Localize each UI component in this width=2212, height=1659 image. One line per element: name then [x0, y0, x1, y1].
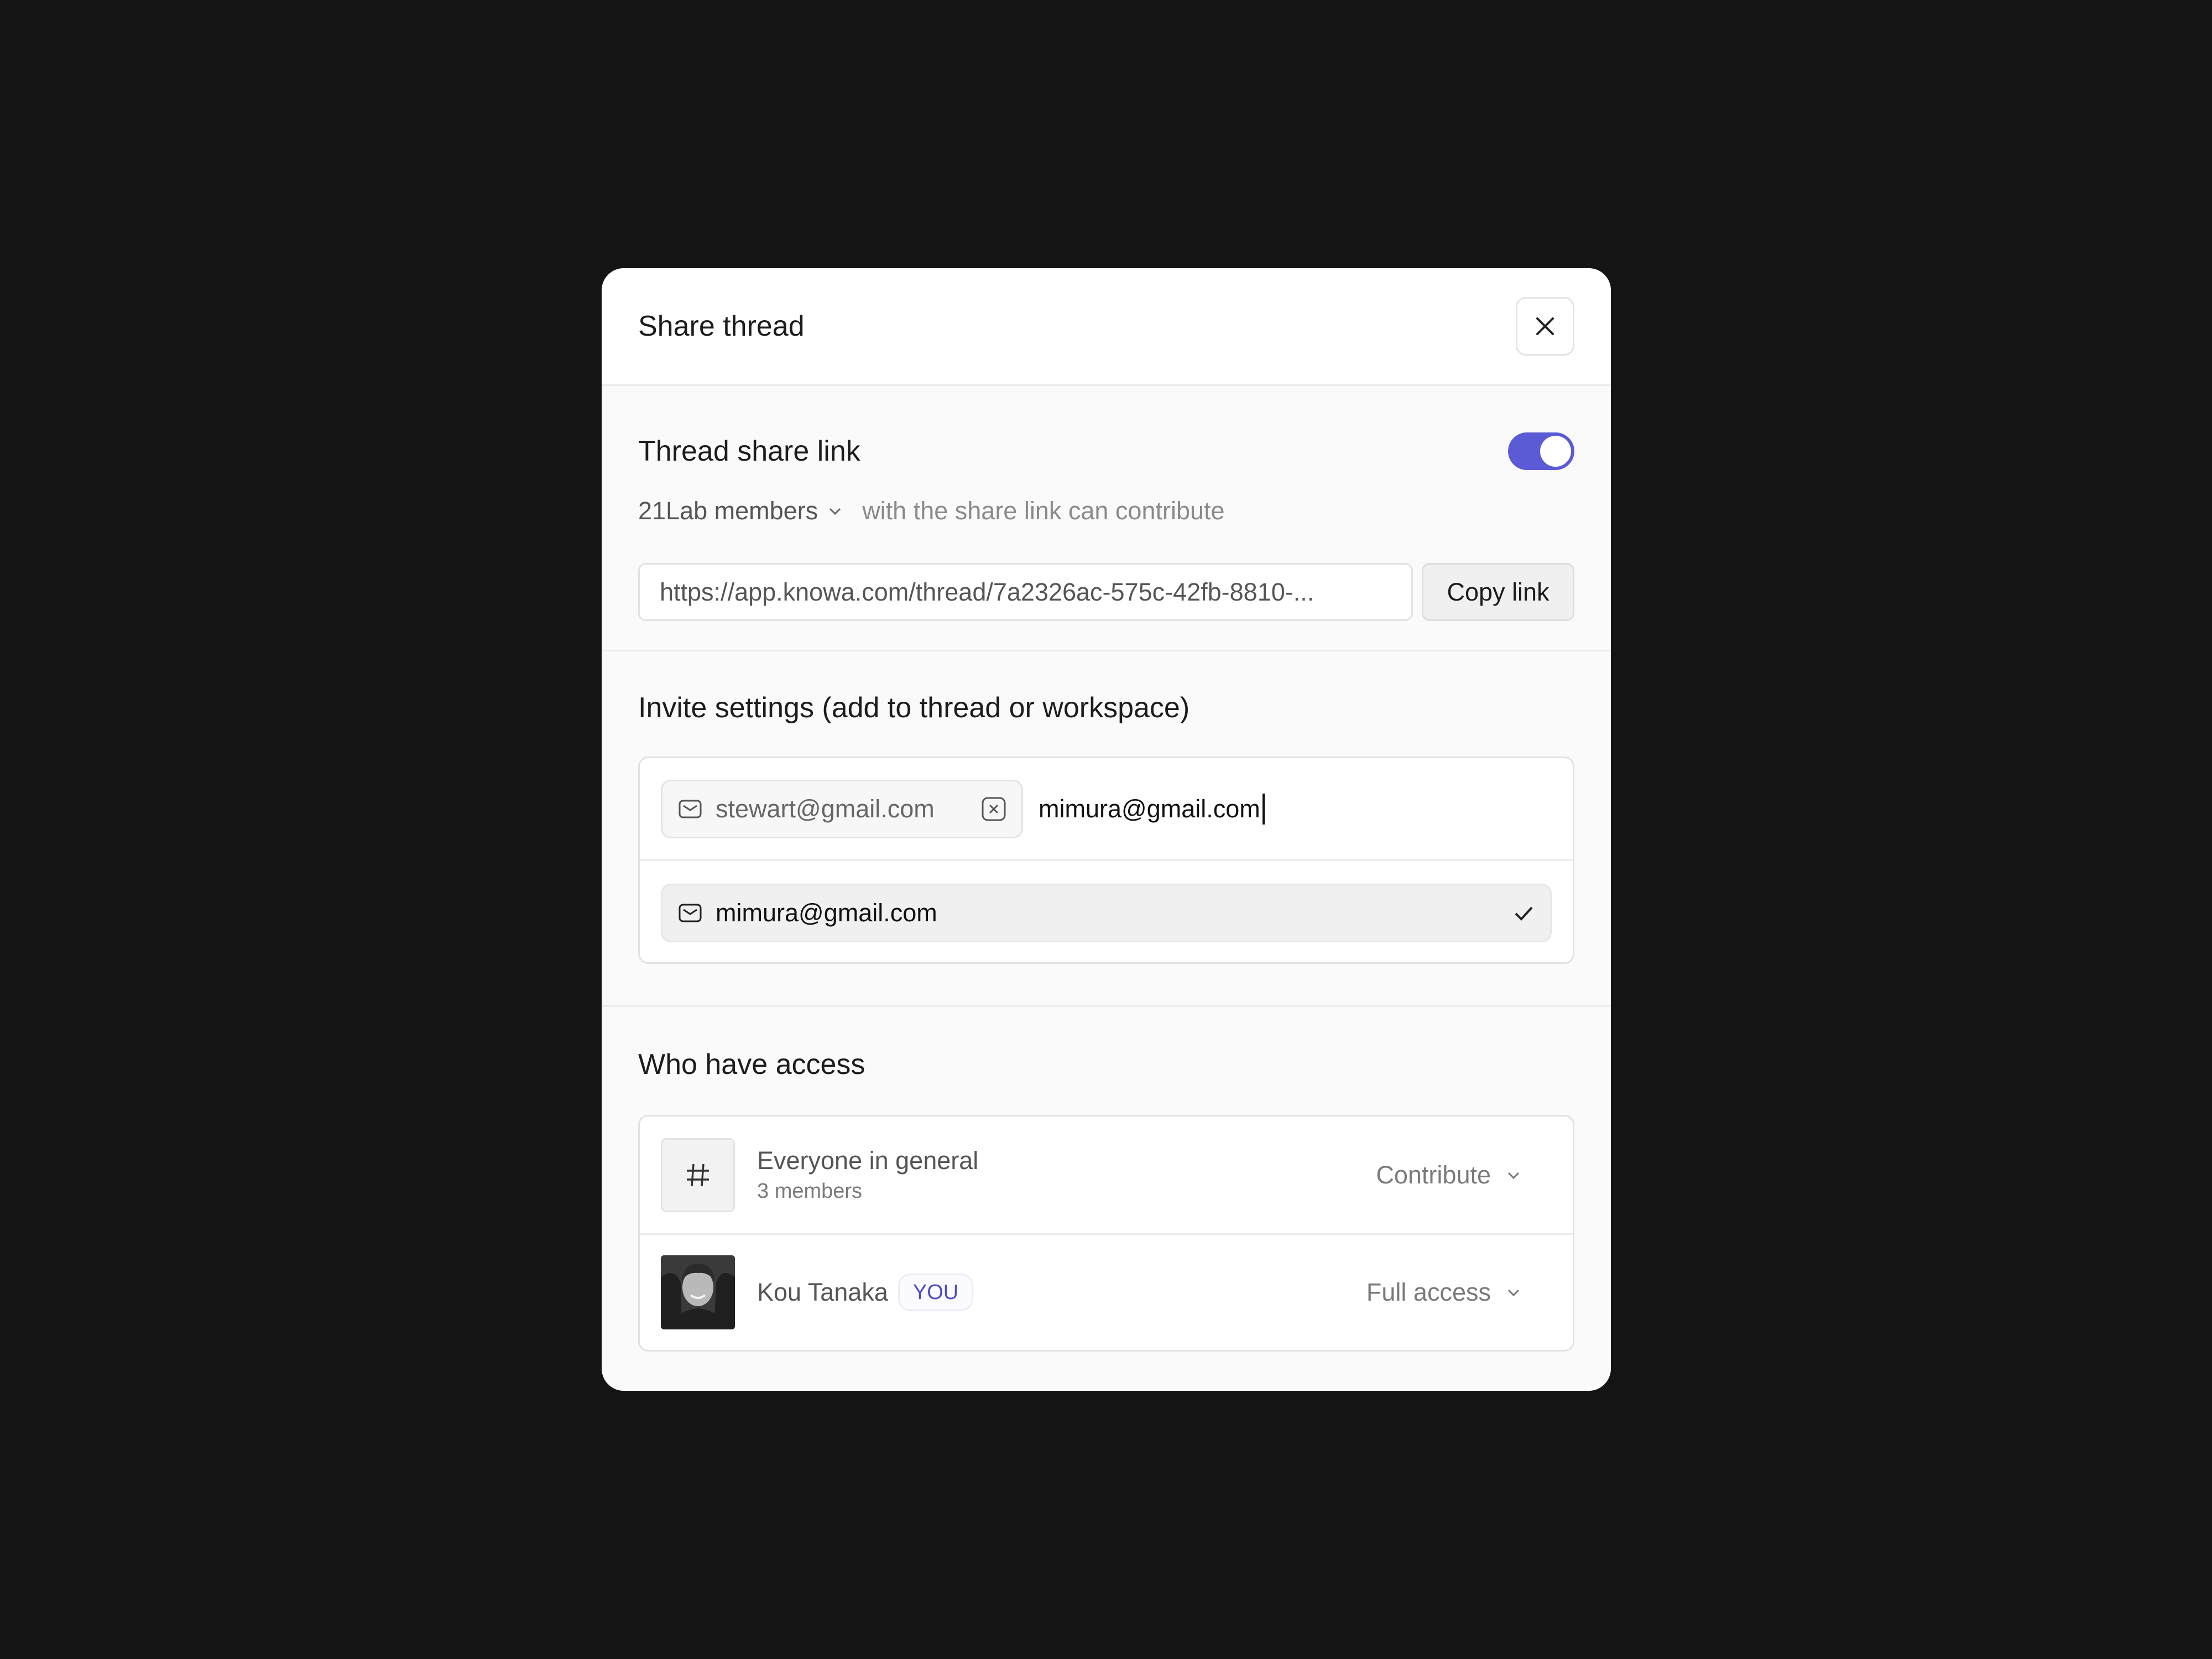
chevron-down-icon — [830, 508, 841, 515]
email-suggestion[interactable]: mimura@gmail.com — [661, 884, 1552, 942]
permission-dropdown[interactable]: Contribute — [1376, 1161, 1522, 1190]
remove-icon — [982, 797, 1006, 821]
close-button[interactable] — [1516, 297, 1574, 356]
link-row: https://app.knowa.com/thread/7a2326ac-57… — [638, 563, 1574, 621]
check-icon — [1515, 906, 1533, 921]
chip-email: stewart@gmail.com — [716, 794, 935, 823]
share-url-field[interactable]: https://app.knowa.com/thread/7a2326ac-57… — [638, 563, 1413, 621]
access-name: Kou Tanaka — [757, 1278, 888, 1306]
mail-icon — [679, 800, 702, 818]
chevron-down-icon — [1507, 1172, 1520, 1179]
modal-header: Share thread — [602, 268, 1611, 386]
copy-link-button[interactable]: Copy link — [1422, 563, 1574, 621]
modal-title: Share thread — [638, 310, 805, 342]
share-scope-row: 21Lab members with the share link can co… — [638, 497, 1225, 525]
scope-label: 21Lab members — [638, 497, 818, 525]
share-link-title: Thread share link — [638, 435, 860, 467]
invite-title: Invite settings (add to thread or worksp… — [638, 692, 1190, 724]
invite-input-area[interactable]: stewart@gmail.com mimura@gmail.com — [640, 758, 1573, 861]
permission-dropdown[interactable]: Full access — [1366, 1278, 1522, 1307]
invite-input[interactable]: mimura@gmail.com — [1039, 793, 1265, 825]
user-name-line: Kou Tanaka YOU — [757, 1274, 974, 1311]
you-badge: YOU — [898, 1274, 974, 1311]
mail-icon — [679, 904, 702, 922]
close-icon — [1536, 317, 1554, 335]
invite-section: Invite settings (add to thread or worksp… — [602, 651, 1611, 1007]
access-row-general: Everyone in general 3 members Contribute — [640, 1117, 1573, 1233]
scope-description: with the share link can contribute — [862, 497, 1225, 525]
typed-email: mimura@gmail.com — [1039, 794, 1260, 823]
email-chip: stewart@gmail.com — [661, 779, 1023, 838]
access-section: Who have access Everyone in general 3 me… — [602, 1007, 1611, 1391]
scope-dropdown[interactable]: 21Lab members — [638, 497, 843, 525]
suggestion-email: mimura@gmail.com — [716, 899, 937, 927]
permission-label: Full access — [1366, 1278, 1491, 1306]
text-caret — [1262, 793, 1265, 825]
invite-box: stewart@gmail.com mimura@gmail.com mimur… — [638, 757, 1574, 964]
avatar — [661, 1255, 735, 1329]
remove-chip-button[interactable] — [980, 796, 1007, 822]
permission-label: Contribute — [1376, 1160, 1491, 1189]
access-info: Kou Tanaka YOU — [757, 1274, 974, 1311]
member-count: 3 members — [757, 1180, 863, 1203]
share-link-section: Thread share link 21Lab members with the… — [602, 386, 1611, 651]
share-thread-modal: Share thread Thread share link 21Lab mem… — [602, 268, 1611, 1391]
toggle-knob — [1540, 436, 1571, 467]
access-info: Everyone in general 3 members — [757, 1146, 978, 1203]
share-link-toggle[interactable] — [1508, 432, 1574, 470]
access-title: Who have access — [638, 1048, 865, 1081]
access-list: Everyone in general 3 members Contribute — [638, 1115, 1574, 1352]
chevron-down-icon — [1507, 1289, 1520, 1297]
access-name: Everyone in general — [757, 1146, 979, 1175]
access-row-user: Kou Tanaka YOU Full access — [640, 1233, 1573, 1350]
hash-icon — [661, 1138, 735, 1212]
